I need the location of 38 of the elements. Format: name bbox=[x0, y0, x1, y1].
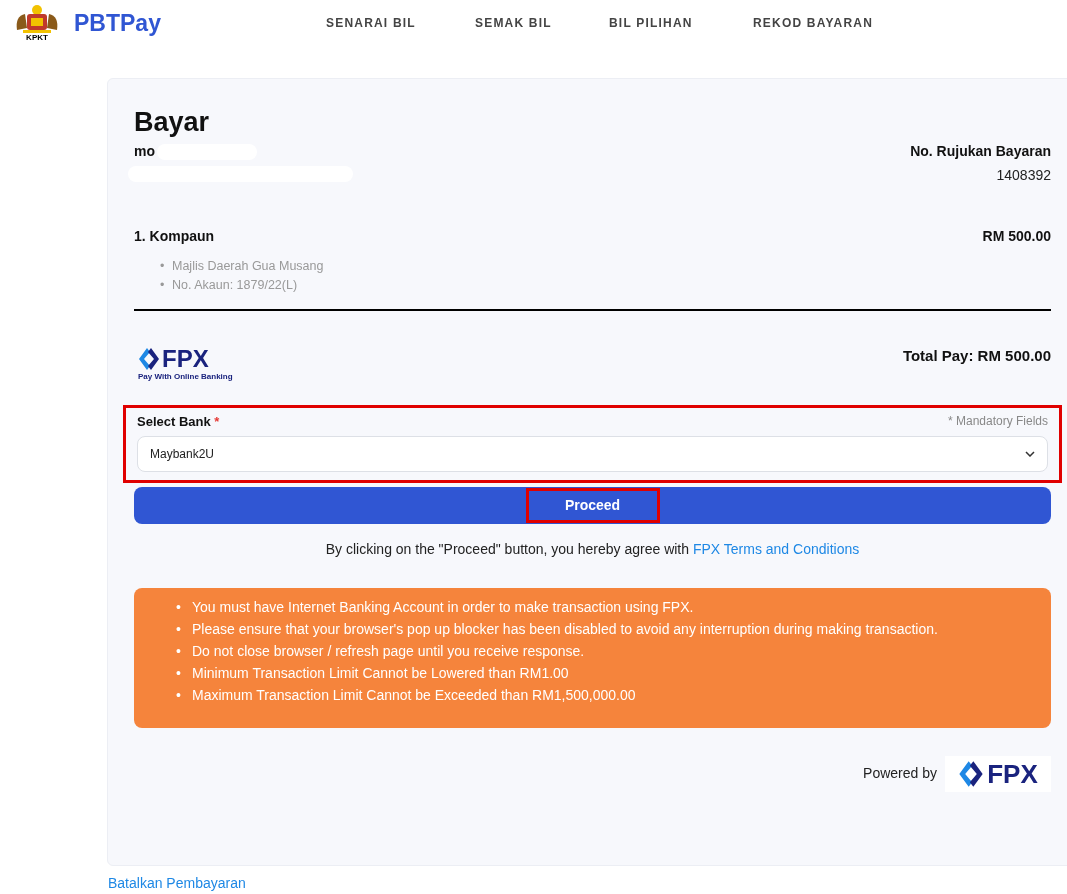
powered-by-text: Powered by bbox=[863, 764, 937, 783]
page-title: Bayar bbox=[134, 106, 211, 139]
bank-select[interactable]: Maybank2U bbox=[137, 435, 1048, 472]
bullet-mark: • bbox=[160, 258, 166, 275]
terms-link[interactable]: FPX Terms and Conditions bbox=[692, 540, 860, 557]
item-detail: No. Akaun: 1879/22(L) bbox=[172, 277, 298, 294]
nav-link[interactable]: SENARAI BIL bbox=[326, 14, 475, 32]
nav-link[interactable]: BIL PILIHAN bbox=[609, 14, 753, 32]
item-detail: Majlis Daerah Gua Musang bbox=[172, 258, 324, 275]
proceed-button[interactable]: Proceed bbox=[525, 487, 660, 523]
bullet-mark: • bbox=[176, 619, 182, 639]
nav-link[interactable]: SEMAK BIL bbox=[475, 14, 609, 32]
reference-number: 1408392 bbox=[996, 166, 1051, 185]
bullet-mark: • bbox=[176, 597, 182, 617]
notice-item: Minimum Transaction Limit Cannot be Lowered than RM1.00 bbox=[192, 663, 569, 683]
field-label: Select Bank * bbox=[137, 413, 220, 431]
cancel-link[interactable]: Batalkan Pembayaran bbox=[108, 874, 246, 892]
brand-name[interactable]: PBTPay bbox=[74, 5, 161, 41]
chevron-icon bbox=[1025, 450, 1035, 457]
notice-item: Please ensure that your browser's pop up blocker has been disabled to avoid any interruption during making transaction. bbox=[192, 619, 938, 639]
nav-link[interactable]: REKOD BAYARAN bbox=[753, 14, 913, 32]
bullet-mark: • bbox=[160, 277, 166, 294]
fpx-logo: FPX bbox=[945, 755, 1051, 792]
bullet-mark: • bbox=[176, 641, 182, 661]
item-label: 1. Kompaun bbox=[134, 227, 215, 246]
item-amount: RM 500.00 bbox=[982, 227, 1051, 246]
fpx-logo: FPX Pay With Online Banking bbox=[138, 347, 233, 383]
mandatory-note: * Mandatory Fields bbox=[947, 413, 1048, 430]
total-amount: Total Pay: RM 500.00 bbox=[902, 346, 1051, 366]
notice-item: Do not close browser / refresh page until you receive response. bbox=[192, 641, 585, 661]
agreement-text: By clicking on the "Proceed" button, you hereby agree with FPX Terms and Conditions bbox=[324, 539, 861, 559]
emblem-logo: KPKT bbox=[12, 4, 62, 42]
reference-label: No. Rujukan Bayaran bbox=[910, 142, 1051, 161]
notice-item: You must have Internet Banking Account in order to make transaction using FPX. bbox=[192, 597, 694, 617]
customer-name: mo bbox=[134, 142, 155, 161]
bullet-mark: • bbox=[176, 663, 182, 683]
bullet-mark: • bbox=[176, 685, 182, 705]
notice-item: Maximum Transaction Limit Cannot be Exceeded than RM1,500,000.00 bbox=[192, 685, 636, 705]
